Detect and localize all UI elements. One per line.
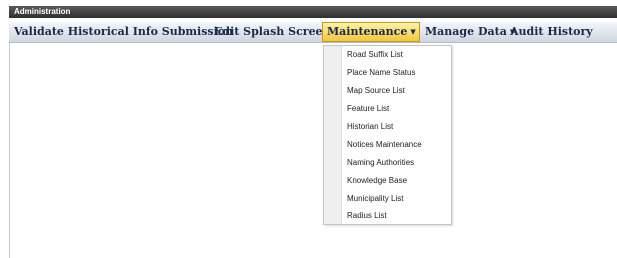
window-title: Administration [14, 7, 71, 16]
content-left-border [9, 43, 10, 258]
menu-edit-splash-screen[interactable]: Edit Splash Screen [214, 22, 331, 42]
menu-manage-data[interactable]: Manage Data ▼ [425, 22, 515, 42]
window-title-bar: Administration [9, 6, 617, 18]
menu-validate-historical-info[interactable]: Validate Historical Info Submission [14, 22, 233, 42]
menu-item-municipality-list[interactable]: Municipality List [342, 190, 450, 207]
menu-manage-data-label: Manage Data [425, 25, 507, 38]
menu-item-radius-list[interactable]: Radius List [342, 207, 450, 224]
menu-splash-label: Edit Splash Screen [214, 25, 331, 38]
maintenance-dropdown: Road Suffix List Place Name Status Map S… [323, 45, 452, 225]
menu-item-feature-list[interactable]: Feature List [342, 100, 450, 117]
menu-item-notices-maintenance[interactable]: Notices Maintenance [342, 136, 450, 153]
chevron-down-icon: ▼ [410, 27, 416, 36]
main-menu-bar: Validate Historical Info Submission Edit… [9, 22, 617, 43]
menu-item-naming-authorities[interactable]: Naming Authorities [342, 154, 450, 171]
menu-item-knowledge-base[interactable]: Knowledge Base [342, 172, 450, 189]
menu-item-map-source-list[interactable]: Map Source List [342, 82, 450, 99]
dropdown-icon-gutter [324, 46, 342, 224]
menu-maintenance-label: Maintenance [327, 25, 408, 38]
menu-maintenance[interactable]: Maintenance ▼ [322, 22, 420, 42]
menu-item-road-suffix-list[interactable]: Road Suffix List [342, 46, 450, 63]
menu-item-historian-list[interactable]: Historian List [342, 118, 450, 135]
menu-item-place-name-status[interactable]: Place Name Status [342, 64, 450, 81]
menu-audit-history[interactable]: Audit History [510, 22, 593, 42]
menu-audit-label: Audit History [510, 25, 593, 38]
menu-validate-label: Validate Historical Info Submission [14, 25, 234, 38]
